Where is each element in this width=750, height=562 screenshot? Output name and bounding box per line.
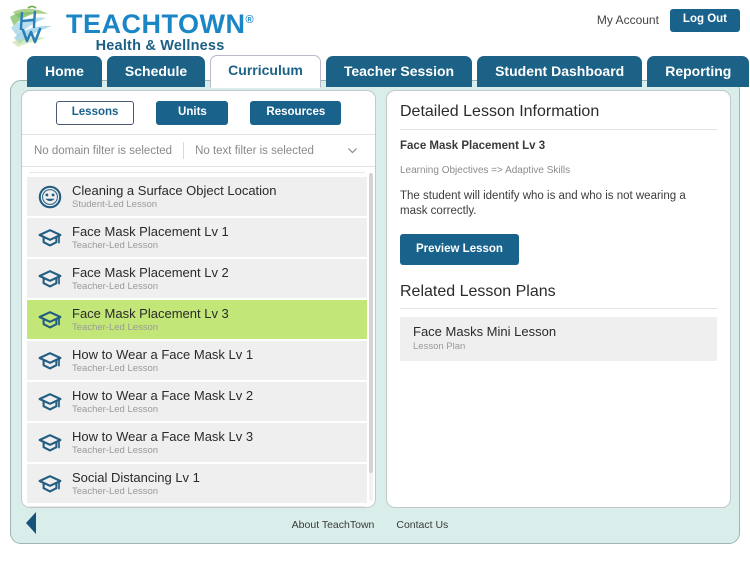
brand-text-block: TEACHTOWN® Health & Wellness xyxy=(66,3,254,55)
related-lesson-plans-heading: Related Lesson Plans xyxy=(400,283,556,300)
my-account-link[interactable]: My Account xyxy=(597,13,659,27)
panels-container: Lessons Units Resources No domain filter… xyxy=(21,90,731,508)
graduation-cap-icon xyxy=(38,269,62,287)
graduation-cap-icon xyxy=(38,433,62,451)
main-navigation-tabs: Home Schedule Curriculum Teacher Session… xyxy=(27,55,750,88)
list-item-subtitle: Teacher-Led Lesson xyxy=(72,280,159,292)
list-item-title: How to Wear a Face Mask Lv 3 xyxy=(72,428,254,444)
preview-lesson-button[interactable]: Preview Lesson xyxy=(400,234,519,265)
trademark-symbol: ® xyxy=(245,14,255,26)
detail-lesson-name: Face Mask Placement Lv 3 xyxy=(400,140,546,152)
app-page: TEACHTOWN® Health & Wellness My Account … xyxy=(0,0,750,562)
list-item-title: Face Mask Placement Lv 3 xyxy=(72,305,229,321)
filter-bar[interactable]: No domain filter is selected No text fil… xyxy=(22,134,375,167)
list-scrollbar[interactable] xyxy=(369,173,373,501)
chevron-down-icon[interactable] xyxy=(346,144,359,157)
list-item-text: Face Mask Placement Lv 1 Teacher-Led Les… xyxy=(72,224,229,252)
segment-lessons-button[interactable]: Lessons xyxy=(55,101,135,125)
brand-name: TEACHTOWN® xyxy=(66,9,255,39)
content-shell: Lessons Units Resources No domain filter… xyxy=(10,80,740,544)
account-area: My Account Log Out xyxy=(597,9,740,32)
lesson-browser-panel: Lessons Units Resources No domain filter… xyxy=(21,90,376,508)
tab-curriculum[interactable]: Curriculum xyxy=(210,55,321,88)
content-type-segment-group: Lessons Units Resources xyxy=(22,91,375,134)
list-item-text: Cleaning a Surface Object Location Stude… xyxy=(72,183,277,211)
tab-home[interactable]: Home xyxy=(27,56,102,87)
list-item-subtitle: Teacher-Led Lesson xyxy=(72,444,159,456)
domain-filter-value[interactable]: No domain filter is selected xyxy=(34,145,172,157)
list-item[interactable]: Face Mask Placement Lv 2 Teacher-Led Les… xyxy=(27,259,367,298)
leaf-hw-monogram-logo-icon xyxy=(10,5,52,47)
list-item-title: Cleaning a Surface Object Location xyxy=(72,182,277,198)
list-item[interactable]: Face Mask Placement Lv 1 Teacher-Led Les… xyxy=(27,218,367,257)
lesson-list-scroll-area[interactable]: Cleaning a Surface Object Location Stude… xyxy=(22,167,375,507)
list-item[interactable]: Face Masks Mini Lesson Lesson Plan xyxy=(400,317,717,361)
contact-us-link[interactable]: Contact Us xyxy=(396,519,448,531)
graduation-cap-icon xyxy=(38,474,62,492)
list-item-title: Face Mask Placement Lv 1 xyxy=(72,223,229,239)
brand-subtitle: Health & Wellness xyxy=(95,38,225,54)
graduation-cap-icon xyxy=(38,351,62,369)
segment-resources-button[interactable]: Resources xyxy=(250,101,342,125)
detail-heading: Detailed Lesson Information xyxy=(400,103,600,120)
list-item[interactable]: How to Wear a Face Mask Lv 1 Teacher-Led… xyxy=(27,341,367,380)
tab-student-dashboard[interactable]: Student Dashboard xyxy=(477,56,643,87)
log-out-button[interactable]: Log Out xyxy=(669,9,740,32)
list-item-text: Face Mask Placement Lv 2 Teacher-Led Les… xyxy=(72,265,229,293)
list-item-text: How to Wear a Face Mask Lv 1 Teacher-Led… xyxy=(72,347,253,375)
about-teachtown-link[interactable]: About TeachTown xyxy=(292,519,375,531)
list-item-subtitle: Teacher-Led Lesson xyxy=(72,321,159,333)
lesson-plan-subtitle: Lesson Plan xyxy=(413,341,466,352)
tab-reporting[interactable]: Reporting xyxy=(647,56,750,87)
list-item-text: Face Mask Placement Lv 3 Teacher-Led Les… xyxy=(72,306,229,334)
back-arrow-icon[interactable] xyxy=(23,510,39,536)
related-heading-divider xyxy=(400,308,717,309)
list-item-subtitle: Student-Led Lesson xyxy=(72,198,158,210)
graduation-cap-icon xyxy=(38,228,62,246)
list-item-selected[interactable]: Face Mask Placement Lv 3 Teacher-Led Les… xyxy=(27,300,367,339)
tab-schedule[interactable]: Schedule xyxy=(106,56,206,87)
list-item-text: How to Wear a Face Mask Lv 3 Teacher-Led… xyxy=(72,429,253,457)
list-item[interactable]: Cleaning a Surface Object Location Stude… xyxy=(27,177,367,216)
list-item-subtitle: Teacher-Led Lesson xyxy=(72,403,159,415)
detail-description: The student will identify who is and who… xyxy=(400,190,686,217)
list-item-title: How to Wear a Face Mask Lv 1 xyxy=(72,346,254,362)
list-item-title: Social Distancing Lv 1 xyxy=(72,469,200,485)
graduation-cap-icon xyxy=(38,310,62,328)
brand-logo-block: TEACHTOWN® Health & Wellness xyxy=(8,3,254,55)
list-top-divider xyxy=(29,172,365,173)
lesson-detail-panel: Detailed Lesson Information Face Mask Pl… xyxy=(386,90,731,508)
filter-divider xyxy=(183,142,185,159)
graduation-cap-icon xyxy=(38,392,62,410)
smiley-face-icon xyxy=(38,185,62,208)
text-filter-value[interactable]: No text filter is selected xyxy=(195,145,314,157)
list-item-text: How to Wear a Face Mask Lv 2 Teacher-Led… xyxy=(72,388,253,416)
list-item[interactable]: How to Wear a Face Mask Lv 2 Teacher-Led… xyxy=(27,382,367,421)
footer-links: About TeachTown Contact Us xyxy=(292,519,461,531)
list-item-title: Face Mask Placement Lv 2 xyxy=(72,264,229,280)
detail-learning-objectives: Learning Objectives => Adaptive Skills xyxy=(400,165,571,176)
tab-teacher-session[interactable]: Teacher Session xyxy=(325,56,473,87)
page-header: TEACHTOWN® Health & Wellness My Account … xyxy=(0,0,750,55)
list-item[interactable]: How to Wear a Face Mask Lv 3 Teacher-Led… xyxy=(27,423,367,462)
list-item-subtitle: Teacher-Led Lesson xyxy=(72,362,159,374)
list-scrollbar-thumb[interactable] xyxy=(369,173,373,473)
list-item-subtitle: Teacher-Led Lesson xyxy=(72,485,159,497)
list-item-text: Social Distancing Lv 1 Teacher-Led Lesso… xyxy=(72,470,200,498)
list-item-subtitle: Teacher-Led Lesson xyxy=(72,239,159,251)
page-footer: About TeachTown Contact Us xyxy=(11,506,741,543)
segment-units-button[interactable]: Units xyxy=(156,101,229,125)
lesson-plan-title: Face Masks Mini Lesson xyxy=(413,324,557,339)
detail-heading-divider xyxy=(400,129,717,130)
list-item[interactable]: Social Distancing Lv 1 Teacher-Led Lesso… xyxy=(27,464,367,503)
list-item-title: How to Wear a Face Mask Lv 2 xyxy=(72,387,254,403)
